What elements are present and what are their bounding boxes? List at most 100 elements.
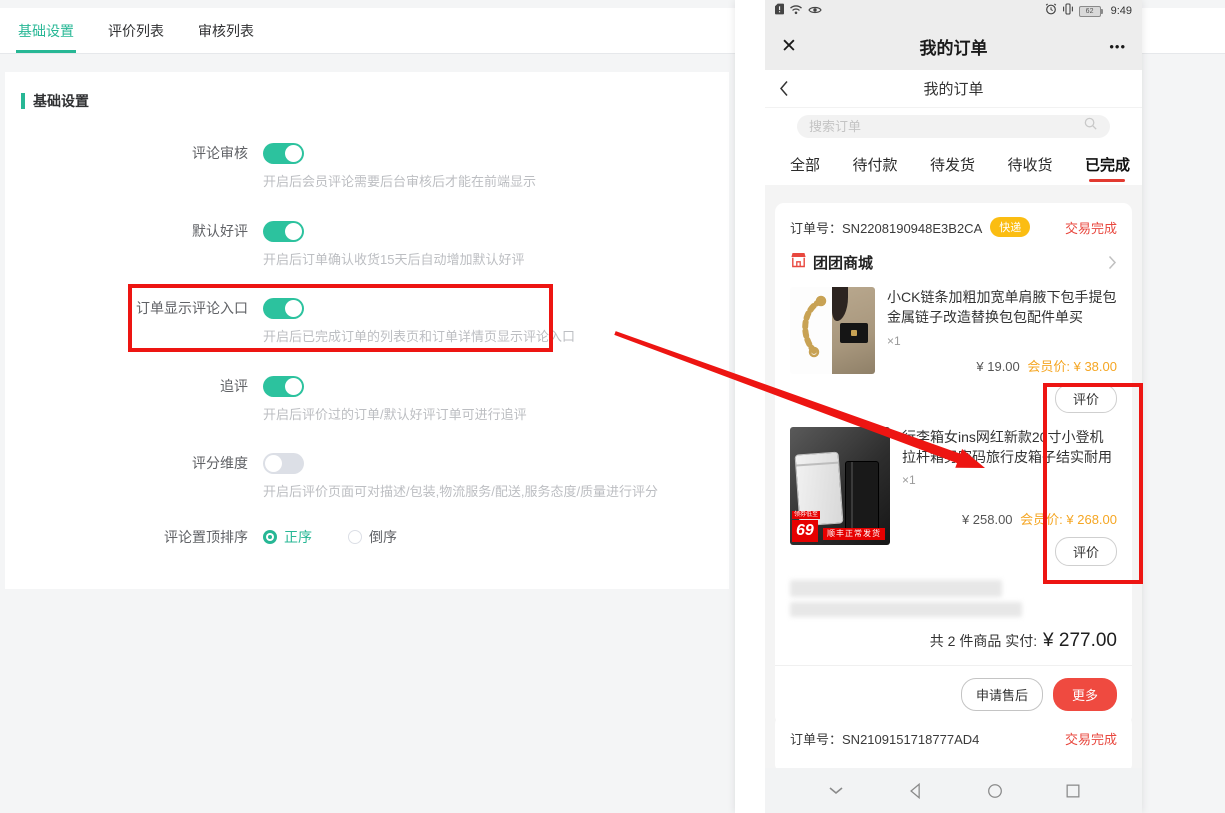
sim-card-alert-icon	[775, 2, 784, 20]
product-qty: ×1	[902, 473, 1117, 487]
tab-label: 基础设置	[18, 21, 74, 41]
android-back-icon[interactable]	[907, 782, 925, 800]
radio-descending[interactable]: 倒序	[348, 527, 397, 547]
shop-row[interactable]: 团团商城	[790, 252, 1117, 273]
wechat-title: 我的订单	[821, 34, 1086, 59]
setting-label: 评论审核	[5, 143, 248, 164]
coupon-mini-badge: 领券低至	[792, 511, 820, 519]
battery-icon: 62	[1079, 6, 1103, 17]
radio-label: 倒序	[369, 527, 397, 547]
more-button[interactable]: 更多	[1053, 678, 1117, 711]
product-image-luggage: 领券低至 69 顺丰正常发货	[790, 427, 890, 545]
member-price: 会员价: ¥ 268.00	[1020, 512, 1117, 527]
tab-pending-receipt[interactable]: 待收货	[1007, 145, 1052, 184]
setting-row-default-good-review: 默认好评 开启后订单确认收货15天后自动增加默认好评	[5, 221, 729, 281]
total-price: ¥ 277.00	[1043, 630, 1117, 651]
order-sn: SN2109151718777AD4	[842, 732, 979, 747]
app-nav-header: 我的订单	[765, 70, 1142, 108]
vibrate-icon	[1062, 2, 1074, 20]
order-header: 订单号：SN2208190948E3B2CA 快递 交易完成	[790, 217, 1117, 237]
order-sn-label: 订单号：	[790, 732, 842, 747]
search-input[interactable]	[809, 119, 1083, 134]
setting-label: 默认好评	[5, 221, 248, 242]
tab-audit-list[interactable]: 审核列表	[196, 8, 256, 53]
alarm-icon	[1045, 2, 1057, 20]
toggle-comment-audit[interactable]	[263, 143, 304, 164]
order-total: 共 2 件商品 实付: ¥ 277.00	[790, 630, 1117, 652]
member-price: 会员价: ¥ 38.00	[1027, 359, 1117, 374]
tab-label: 审核列表	[198, 21, 254, 41]
android-recents-icon[interactable]	[1064, 782, 1082, 800]
more-menu-icon[interactable]: •••	[1086, 39, 1126, 54]
evaluate-button[interactable]: 评价	[1055, 384, 1117, 413]
toggle-default-good-review[interactable]	[263, 221, 304, 242]
product-title: 小CK链条加粗加宽单肩腋下包手提包金属链子改造替换包包配件单买	[887, 287, 1117, 328]
chevron-right-icon	[1108, 255, 1117, 270]
close-icon[interactable]: ✕	[781, 35, 821, 58]
product-image-chain-bag	[790, 287, 875, 374]
radio-dot-checked	[263, 530, 277, 544]
setting-label: 追评	[5, 376, 248, 397]
setting-help: 开启后已完成订单的列表页和订单详情页显示评论入口	[263, 326, 575, 345]
android-home-icon[interactable]	[986, 782, 1004, 800]
radio-ascending[interactable]: 正序	[263, 527, 312, 547]
sort-radio-group: 正序 倒序	[263, 527, 397, 547]
radio-label: 正序	[284, 527, 312, 547]
order-item[interactable]: 领券低至 69 顺丰正常发货 行李箱女ins网红新款20寸小登机拉杆箱男密码旅行…	[790, 427, 1117, 567]
product-qty: ×1	[887, 334, 1117, 348]
search-input-pill[interactable]	[797, 115, 1110, 138]
order-sn: SN2208190948E3B2CA	[842, 221, 982, 236]
order-status: 交易完成	[1065, 218, 1117, 237]
setting-row-comment-audit: 评论审核 开启后会员评论需要后台审核后才能在前端显示	[5, 143, 729, 203]
toggle-rating-dimension[interactable]	[263, 453, 304, 474]
order-status-tabs: 全部 待付款 待发货 待收货 已完成	[765, 144, 1142, 185]
setting-row-comment-sort: 评论置顶排序 正序 倒序	[5, 527, 729, 587]
section-title-bar	[21, 93, 25, 109]
order-sn-label: 订单号：	[790, 221, 842, 236]
product-title: 行李箱女ins网红新款20寸小登机拉杆箱男密码旅行皮箱子结实耐用	[902, 427, 1117, 468]
phone-screenshot: 62 9:49 ✕ 我的订单 ••• 我的订单 全部	[735, 0, 1142, 813]
setting-help: 开启后会员评论需要后台审核后才能在前端显示	[263, 171, 536, 190]
tab-all[interactable]: 全部	[790, 145, 820, 184]
status-time: 9:49	[1111, 5, 1132, 17]
search-icon	[1083, 116, 1098, 136]
back-chevron-icon[interactable]	[779, 80, 789, 97]
order-card: 订单号：SN2109151718777AD4 交易完成	[775, 715, 1132, 773]
evaluate-button[interactable]: 评价	[1055, 537, 1117, 566]
tab-pending-payment[interactable]: 待付款	[852, 145, 897, 184]
product-price: ¥ 258.00	[962, 512, 1013, 527]
app-nav-title: 我的订单	[765, 78, 1142, 99]
toggle-order-review-entry[interactable]	[263, 298, 304, 319]
wechat-header: ✕ 我的订单 •••	[765, 22, 1142, 70]
hide-nav-chevron-icon[interactable]	[825, 782, 847, 800]
shop-icon	[790, 252, 807, 273]
eye-protection-icon	[808, 2, 822, 20]
order-status: 交易完成	[1065, 729, 1117, 748]
section-title: 基础设置	[21, 91, 89, 111]
phone-status-bar: 62 9:49	[765, 0, 1142, 22]
tab-completed[interactable]: 已完成	[1085, 145, 1130, 184]
search-section	[765, 108, 1142, 144]
setting-label: 评分维度	[5, 453, 248, 474]
battery-percent: 62	[1079, 6, 1101, 17]
section-title-text: 基础设置	[33, 91, 89, 111]
tab-pending-shipment[interactable]: 待发货	[930, 145, 975, 184]
tab-review-list[interactable]: 评价列表	[106, 8, 166, 53]
setting-row-follow-up-review: 追评 开启后评价过的订单/默认好评订单可进行追评	[5, 376, 729, 436]
price-69-badge: 69	[792, 520, 818, 541]
setting-help: 开启后评价过的订单/默认好评订单可进行追评	[263, 404, 527, 423]
tab-basic-settings[interactable]: 基础设置	[16, 8, 76, 53]
redacted-address	[790, 580, 1117, 617]
order-list-area: 订单号：SN2208190948E3B2CA 快递 交易完成 团团商城	[765, 185, 1142, 768]
product-price: ¥ 19.00	[976, 359, 1019, 374]
toggle-follow-up-review[interactable]	[263, 376, 304, 397]
setting-row-order-review-entry: 订单显示评论入口 开启后已完成订单的列表页和订单详情页显示评论入口	[5, 298, 729, 358]
order-item[interactable]: 小CK链条加粗加宽单肩腋下包手提包金属链子改造替换包包配件单买 ×1 ¥ 19.…	[790, 287, 1117, 413]
tab-label: 评价列表	[108, 21, 164, 41]
wifi-icon	[789, 2, 803, 20]
setting-row-rating-dimension: 评分维度 开启后评价页面可对描述/包装,物流服务/配送,服务态度/质量进行评分	[5, 453, 729, 513]
android-nav-bar	[765, 768, 1142, 813]
radio-dot-unchecked	[348, 530, 362, 544]
after-sale-button[interactable]: 申请售后	[961, 678, 1043, 711]
order-card: 订单号：SN2208190948E3B2CA 快递 交易完成 团团商城	[775, 203, 1132, 725]
